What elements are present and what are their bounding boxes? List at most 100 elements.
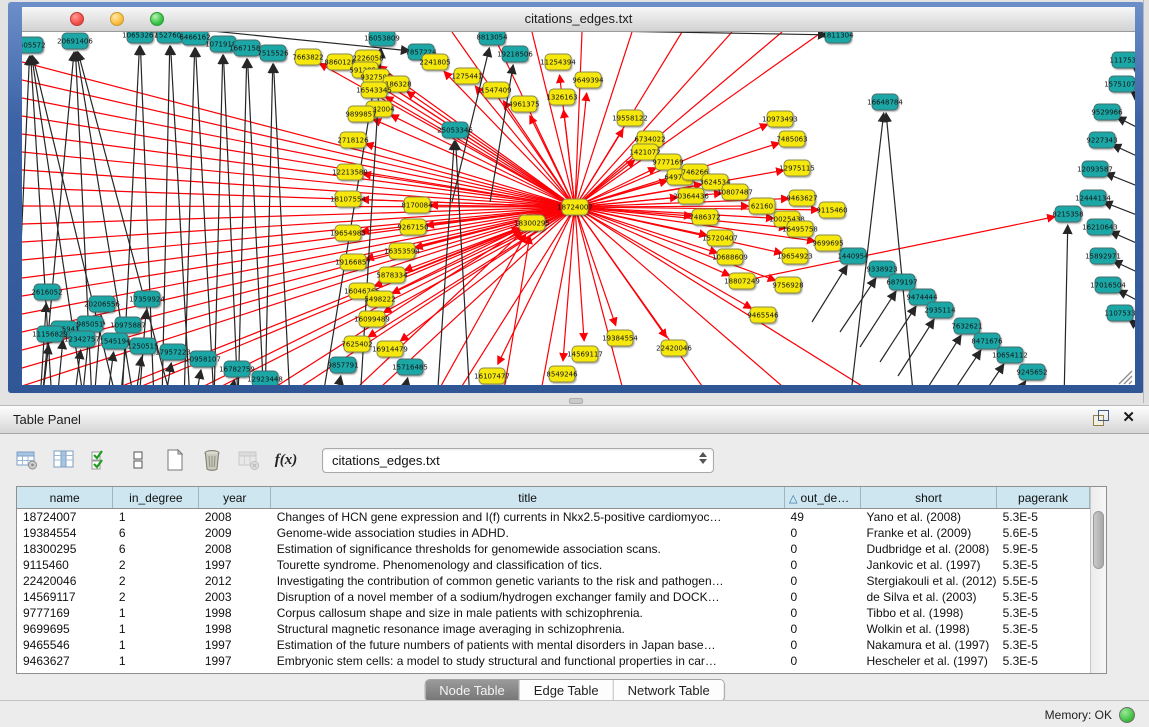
graph-node[interactable]: 11254394 xyxy=(540,54,576,70)
graph-node[interactable]: 18807249 xyxy=(724,273,760,289)
graph-edge[interactable] xyxy=(214,55,223,385)
graph-node[interactable]: 2616052 xyxy=(31,284,62,300)
graph-node[interactable]: 2718126 xyxy=(337,132,369,148)
graph-edge[interactable] xyxy=(402,378,408,385)
table-cell[interactable]: 2 xyxy=(113,589,199,605)
graph-node[interactable]: 1440954 xyxy=(837,248,869,264)
graph-edge[interactable] xyxy=(360,49,381,385)
graph-edge[interactable] xyxy=(880,306,916,362)
row-height-icon[interactable] xyxy=(125,447,151,473)
table-cell[interactable]: 2 xyxy=(113,557,199,573)
graph-node[interactable]: 17016504 xyxy=(1090,277,1126,293)
graph-node[interactable]: 25053346 xyxy=(437,122,473,138)
table-cell[interactable]: 49 xyxy=(785,509,861,526)
graph-node[interactable]: 7486372 xyxy=(689,209,720,225)
graph-edge[interactable] xyxy=(812,265,847,322)
graph-edge[interactable] xyxy=(238,59,247,385)
table-selector-combobox[interactable]: citations_edges.txt xyxy=(322,448,714,473)
graph-edge[interactable] xyxy=(57,340,63,385)
table-cell[interactable]: Changes of HCN gene expression and I(f) … xyxy=(271,509,785,526)
table-cell[interactable]: 2008 xyxy=(199,509,271,526)
column-header-pagerank[interactable]: pagerank xyxy=(997,487,1090,509)
network-window-titlebar[interactable]: citations_edges.txt xyxy=(22,7,1135,32)
graph-node[interactable]: 20691406 xyxy=(57,33,93,49)
graph-node[interactable]: 5498222 xyxy=(364,291,395,307)
table-cell[interactable]: Hescheler et al. (1997) xyxy=(860,653,996,669)
graph-edge[interactable] xyxy=(925,335,961,385)
graph-node[interactable]: 20206556 xyxy=(84,296,120,312)
table-cell[interactable]: 5.3E-5 xyxy=(997,605,1090,621)
graph-node[interactable]: 9463627 xyxy=(786,190,817,206)
table-cell[interactable]: Corpus callosum shape and size in male p… xyxy=(271,605,785,621)
table-cell[interactable]: Investigating the contribution of common… xyxy=(271,573,785,589)
graph-edge[interactable] xyxy=(274,64,290,385)
table-cell[interactable]: Dudbridge et al. (2008) xyxy=(860,541,996,557)
graph-node[interactable]: 14569117 xyxy=(567,346,603,362)
graph-edge[interactable] xyxy=(223,55,238,385)
graph-node[interactable]: 9777169 xyxy=(652,154,683,170)
graph-node[interactable]: 7485063 xyxy=(776,131,807,147)
graph-node[interactable]: 7632621 xyxy=(951,318,982,334)
delete-column-icon[interactable] xyxy=(199,447,225,473)
table-cell[interactable]: 1997 xyxy=(199,637,271,653)
table-cell[interactable]: 22420046 xyxy=(17,573,113,589)
column-header-in_degree[interactable]: in_degree xyxy=(113,487,199,509)
graph-node[interactable]: 15716485 xyxy=(392,359,428,375)
table-cell[interactable]: 5.3E-5 xyxy=(997,637,1090,653)
graph-node[interactable]: 16648784 xyxy=(867,94,903,110)
scrollbar-thumb[interactable] xyxy=(1093,511,1104,569)
graph-node[interactable]: 9857791 xyxy=(327,357,358,373)
graph-edge[interactable] xyxy=(265,64,273,385)
graph-node[interactable]: 20364436 xyxy=(673,188,709,204)
table-row[interactable]: 1938455462009Genome-wide association stu… xyxy=(17,525,1090,541)
graph-edge[interactable] xyxy=(162,46,170,385)
graph-node[interactable]: 1275441 xyxy=(451,68,482,84)
table-cell[interactable]: Genome-wide association studies in ADHD. xyxy=(271,525,785,541)
table-cell[interactable]: Franke et al. (2009) xyxy=(860,525,996,541)
table-row[interactable]: 1830029562008Estimation of significance … xyxy=(17,541,1090,557)
graph-edge[interactable] xyxy=(1112,145,1135,162)
graph-node[interactable]: 6879197 xyxy=(886,274,917,290)
graph-edge[interactable] xyxy=(140,46,154,385)
column-header-out_de[interactable]: △ out_de… xyxy=(785,487,861,509)
graph-node[interactable]: 8170084 xyxy=(401,197,433,213)
table-settings-icon[interactable] xyxy=(14,447,40,473)
table-cell[interactable]: 9463627 xyxy=(17,653,113,669)
graph-node[interactable]: 2935114 xyxy=(924,302,956,318)
select-columns-icon[interactable] xyxy=(88,447,114,473)
graph-node[interactable]: 1117534 xyxy=(1109,52,1135,68)
graph-edge[interactable] xyxy=(1103,202,1135,220)
graph-node[interactable]: 22420046 xyxy=(656,340,692,356)
table-cell[interactable]: 2008 xyxy=(199,541,271,557)
table-cell[interactable]: 1 xyxy=(113,509,199,526)
table-cell[interactable]: de Silva et al. (2003) xyxy=(860,589,996,605)
table-cell[interactable]: Tibbo et al. (1998) xyxy=(860,605,996,621)
graph-node[interactable]: 8471676 xyxy=(971,333,1003,349)
graph-node[interactable]: 19654923 xyxy=(777,248,813,264)
graph-edge[interactable] xyxy=(196,48,214,385)
graph-node[interactable]: 12444134 xyxy=(1075,190,1111,206)
table-cell[interactable]: Embryonic stem cells: a model to study s… xyxy=(271,653,785,669)
graph-node[interactable]: 10975887 xyxy=(110,317,146,333)
graph-node[interactable]: 1107533 xyxy=(1104,305,1135,321)
table-panel-header[interactable]: Table Panel ✕ xyxy=(0,405,1149,434)
table-cell[interactable]: Structural magnetic resonance image aver… xyxy=(271,621,785,637)
table-cell[interactable]: 1997 xyxy=(199,557,271,573)
graph-node[interactable]: 10958107 xyxy=(185,351,221,367)
table-cell[interactable]: 2003 xyxy=(199,589,271,605)
table-cell[interactable]: 1 xyxy=(113,637,199,653)
table-cell[interactable]: Tourette syndrome. Phenomenology and cla… xyxy=(271,557,785,573)
table-cell[interactable]: 19384554 xyxy=(17,525,113,541)
graph-edge[interactable] xyxy=(1131,91,1135,106)
table-cell[interactable]: 9699695 xyxy=(17,621,113,637)
graph-edge[interactable] xyxy=(502,236,530,385)
graph-edge[interactable] xyxy=(365,144,575,207)
graph-node[interactable]: 7515526 xyxy=(257,45,289,61)
graph-node[interactable]: 16543345 xyxy=(356,82,392,98)
graph-node[interactable]: 12213589 xyxy=(332,164,368,180)
table-cell[interactable]: Disruption of a novel member of a sodium… xyxy=(271,589,785,605)
graph-node[interactable]: 16914479 xyxy=(372,341,408,357)
table-cell[interactable]: Estimation of significance thresholds fo… xyxy=(271,541,785,557)
graph-node[interactable]: 1811304 xyxy=(822,32,854,43)
table-cell[interactable]: 0 xyxy=(785,541,861,557)
